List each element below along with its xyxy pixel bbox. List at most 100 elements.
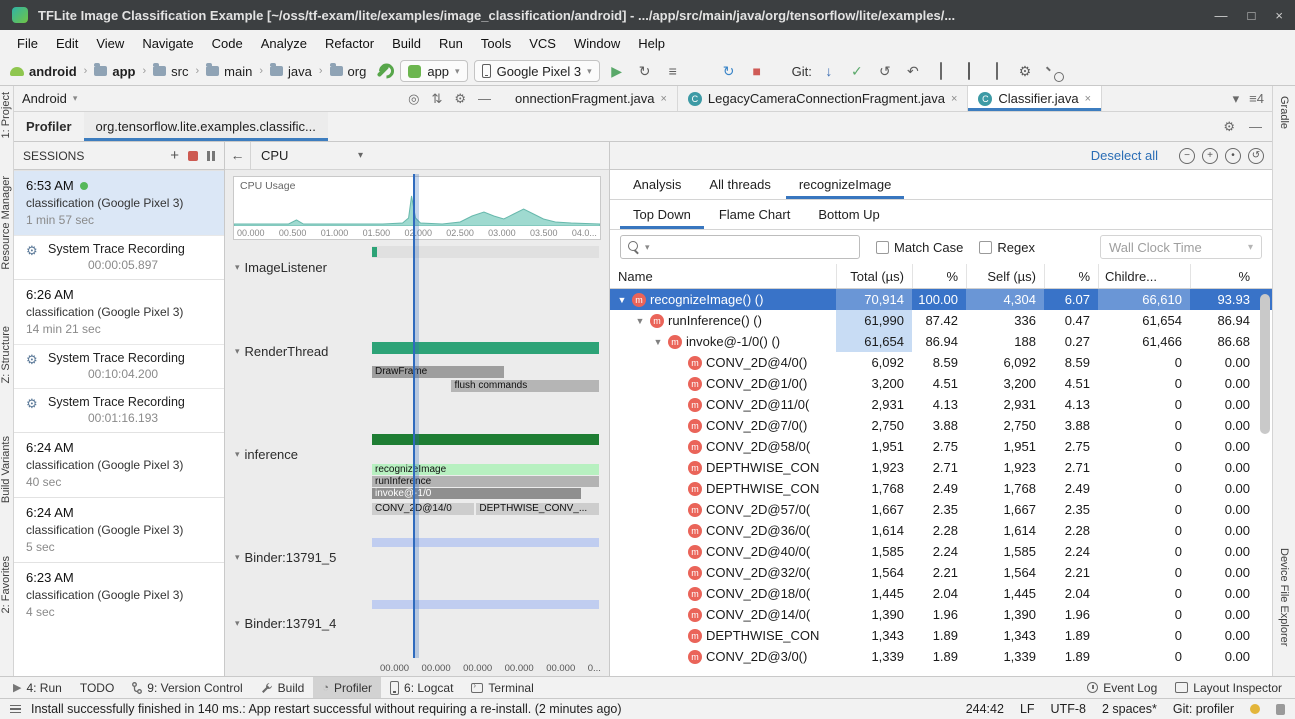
line-ending-indicator[interactable]: LF bbox=[1020, 702, 1035, 716]
menu-navigate[interactable]: Navigate bbox=[133, 32, 202, 55]
session-item[interactable]: 6:24 AM classification (Google Pixel 3) … bbox=[14, 497, 224, 562]
stop-button[interactable]: ■ bbox=[746, 63, 768, 79]
scrollbar-thumb[interactable] bbox=[1260, 294, 1270, 434]
expand-arrow-icon[interactable]: ▼ bbox=[616, 295, 628, 305]
collapse-arrow-icon[interactable]: ▾ bbox=[235, 262, 240, 273]
session-item[interactable]: 6:53 AM classification (Google Pixel 3) … bbox=[14, 170, 224, 235]
device-manager-button[interactable] bbox=[958, 63, 980, 79]
table-row[interactable]: mCONV_2D@1/0() 3,200 4.51 3,200 4.51 0 0… bbox=[610, 373, 1272, 394]
table-row[interactable]: mCONV_2D@14/0( 1,390 1.96 1,390 1.96 0 0… bbox=[610, 604, 1272, 625]
collapse-arrow-icon[interactable]: ▾ bbox=[235, 552, 240, 563]
toolbar-item-event-log[interactable]: Event Log bbox=[1078, 677, 1166, 698]
search-input[interactable] bbox=[654, 240, 853, 255]
hidden-tabs-count[interactable]: ≡4 bbox=[1249, 91, 1264, 106]
sidebar-item-favorites[interactable]: 2: Favorites bbox=[0, 556, 14, 613]
trace-item[interactable]: ⚙ System Trace Recording 00:01:16.193 bbox=[14, 388, 224, 432]
column-total-pct[interactable]: % bbox=[912, 264, 966, 288]
back-button[interactable]: ← bbox=[225, 142, 251, 169]
run-configuration-select[interactable]: app▾ bbox=[400, 60, 467, 82]
deselect-all-link[interactable]: Deselect all bbox=[1091, 148, 1158, 163]
column-children-pct[interactable]: % bbox=[1190, 264, 1258, 288]
minimize-panel-icon[interactable]: — bbox=[1249, 119, 1262, 134]
breadcrumb-java[interactable]: java bbox=[270, 64, 312, 79]
avd-button[interactable] bbox=[986, 63, 1008, 79]
close-icon[interactable]: × bbox=[1085, 93, 1091, 105]
table-row[interactable]: mCONV_2D@57/0( 1,667 2.35 1,667 2.35 0 0… bbox=[610, 499, 1272, 520]
reset-zoom-icon[interactable]: • bbox=[1225, 148, 1241, 164]
sidebar-item-structure[interactable]: Z: Structure bbox=[0, 326, 14, 383]
breadcrumb-main[interactable]: main bbox=[206, 64, 252, 79]
close-icon[interactable]: × bbox=[951, 93, 957, 105]
tab-legacy-camera-connection-fragment[interactable]: C LegacyCameraConnectionFragment.java × bbox=[678, 86, 968, 111]
tab-recognize-image[interactable]: recognizeImage bbox=[786, 170, 905, 199]
table-row[interactable]: mCONV_2D@7/0() 2,750 3.88 2,750 3.88 0 0… bbox=[610, 415, 1272, 436]
toolbar-item-logcat[interactable]: 6: Logcat bbox=[381, 677, 462, 698]
column-children[interactable]: Childre... bbox=[1098, 264, 1190, 288]
minimize-button[interactable]: — bbox=[1215, 8, 1228, 23]
encoding-indicator[interactable]: UTF-8 bbox=[1051, 702, 1086, 716]
session-item[interactable]: 6:24 AM classification (Google Pixel 3) … bbox=[14, 432, 224, 497]
trace-event-bar[interactable]: flush commands bbox=[451, 380, 599, 392]
menu-analyze[interactable]: Analyze bbox=[252, 32, 316, 55]
collapse-panel-icon[interactable] bbox=[207, 151, 215, 161]
apply-changes-button[interactable]: ↻ bbox=[634, 63, 656, 80]
breadcrumb-org[interactable]: org bbox=[330, 64, 367, 79]
zoom-out-icon[interactable]: − bbox=[1179, 148, 1195, 164]
close-icon[interactable]: × bbox=[660, 93, 666, 105]
menu-edit[interactable]: Edit bbox=[47, 32, 87, 55]
menu-run[interactable]: Run bbox=[430, 32, 472, 55]
run-button[interactable]: ▶ bbox=[606, 63, 628, 80]
git-history-button[interactable]: ↺ bbox=[874, 63, 896, 80]
table-row[interactable]: mCONV_2D@32/0( 1,564 2.21 1,564 2.21 0 0… bbox=[610, 562, 1272, 583]
trace-item[interactable]: ⚙ System Trace Recording 00:10:04.200 bbox=[14, 344, 224, 388]
tab-camera-connection-fragment[interactable]: onnectionFragment.java × bbox=[505, 86, 678, 111]
column-self-pct[interactable]: % bbox=[1044, 264, 1098, 288]
settings-gear-icon[interactable]: ⚙ bbox=[454, 91, 466, 107]
toolbar-item-run[interactable]: ▶4: Run bbox=[4, 677, 71, 698]
git-rollback-button[interactable]: ↶ bbox=[902, 63, 924, 80]
column-name[interactable]: Name bbox=[610, 264, 836, 288]
zoom-in-icon[interactable]: + bbox=[1202, 148, 1218, 164]
breadcrumb-app[interactable]: app bbox=[94, 64, 135, 79]
git-commit-button[interactable]: ✓ bbox=[846, 63, 868, 80]
menu-vcs[interactable]: VCS bbox=[520, 32, 565, 55]
table-row[interactable]: mDEPTHWISE_CON 1,343 1.89 1,343 1.89 0 0… bbox=[610, 625, 1272, 646]
stop-session-icon[interactable] bbox=[188, 151, 198, 161]
device-select[interactable]: Google Pixel 3▾ bbox=[474, 60, 600, 82]
tool-windows-icon[interactable] bbox=[10, 705, 21, 714]
trace-event-bar[interactable]: CONV_2D@14/0 bbox=[372, 503, 474, 515]
trace-item[interactable]: ⚙ System Trace Recording 00:00:05.897 bbox=[14, 235, 224, 279]
toolbar-item-todo[interactable]: TODO bbox=[71, 677, 123, 698]
toolbar-item-terminal[interactable]: Terminal bbox=[462, 677, 542, 698]
trace-event-bar[interactable]: recognizeImage bbox=[372, 464, 599, 475]
table-row[interactable]: mCONV_2D@40/0( 1,585 2.24 1,585 2.24 0 0… bbox=[610, 541, 1272, 562]
breadcrumb-android[interactable]: android bbox=[10, 64, 77, 79]
toolbar-item-profiler[interactable]: ◔Profiler bbox=[313, 677, 381, 698]
table-row[interactable]: mCONV_2D@58/0( 1,951 2.75 1,951 2.75 0 0… bbox=[610, 436, 1272, 457]
column-self[interactable]: Self (µs) bbox=[966, 264, 1044, 288]
sidebar-item-build-variants[interactable]: Build Variants bbox=[0, 436, 14, 503]
menu-code[interactable]: Code bbox=[203, 32, 252, 55]
menu-help[interactable]: Help bbox=[629, 32, 674, 55]
selection-range-indicator[interactable] bbox=[413, 174, 419, 658]
close-button[interactable]: × bbox=[1275, 8, 1283, 23]
menu-window[interactable]: Window bbox=[565, 32, 629, 55]
table-row[interactable]: ▼minvoke@-1/0() () 61,654 86.94 188 0.27… bbox=[610, 331, 1272, 352]
maximize-button[interactable]: □ bbox=[1248, 8, 1256, 23]
expand-arrow-icon[interactable]: ▼ bbox=[634, 316, 646, 326]
notification-icon[interactable] bbox=[1250, 704, 1260, 714]
settings-gear-icon[interactable]: ⚙ bbox=[1223, 119, 1235, 135]
collapse-arrow-icon[interactable]: ▾ bbox=[235, 346, 240, 357]
menu-build[interactable]: Build bbox=[383, 32, 430, 55]
menu-refactor[interactable]: Refactor bbox=[316, 32, 383, 55]
toolbar-item-version-control[interactable]: 9: Version Control bbox=[123, 677, 251, 698]
layout-inspector-button[interactable] bbox=[930, 63, 952, 79]
chevron-down-icon[interactable]: ▾ bbox=[1233, 91, 1240, 107]
apply-code-changes-button[interactable]: ↻ bbox=[718, 63, 740, 80]
project-view-selector[interactable]: Android bbox=[22, 91, 67, 106]
trace-event-bar[interactable]: invoke@-1/0 bbox=[372, 488, 581, 499]
table-row[interactable]: mCONV_2D@36/0( 1,614 2.28 1,614 2.28 0 0… bbox=[610, 520, 1272, 541]
table-row[interactable]: ▼mrecognizeImage() () 70,914 100.00 4,30… bbox=[610, 289, 1272, 310]
sidebar-item-gradle[interactable]: Gradle bbox=[1278, 96, 1290, 129]
hide-panel-icon[interactable]: — bbox=[478, 91, 491, 107]
